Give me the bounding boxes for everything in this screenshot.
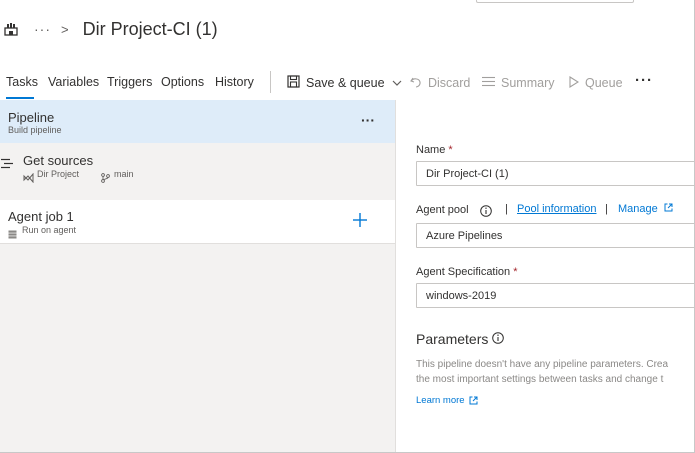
tab-options[interactable]: Options [161,75,204,89]
top-search-box[interactable] [476,0,634,3]
play-icon [569,75,580,91]
save-icon [287,75,300,91]
parameters-description: This pipeline doesn't have any pipeline … [416,359,669,385]
pipeline-more-button[interactable]: ··· [361,112,375,128]
queue-label: Queue [585,76,623,90]
name-input[interactable]: Dir Project-CI (1) [416,161,694,186]
manage-link[interactable]: Manage [618,203,673,215]
breadcrumb-more-button[interactable]: ··· [34,21,51,37]
queue-button[interactable]: Queue [569,73,623,93]
plus-icon [353,213,367,227]
info-icon[interactable] [492,331,504,344]
name-label: Name * [416,144,453,156]
toolbar-divider [270,71,271,93]
agent-job-title: Agent job 1 [8,209,74,224]
breadcrumb: ··· > Dir Project-CI (1) [4,18,218,40]
agent-pool-select[interactable]: Azure Pipelines [416,223,694,248]
repo-name: Dir Project [37,169,80,179]
pipeline-item[interactable]: Pipeline Build pipeline ··· [0,100,395,143]
tab-variables[interactable]: Variables [48,75,99,89]
tab-triggers[interactable]: Triggers [107,75,152,89]
agent-server-icon [8,226,17,244]
summary-label: Summary [501,76,555,90]
breadcrumb-chevron-icon: > [61,21,69,37]
get-sources-item[interactable]: Get sources Dir Project main [0,143,395,195]
agent-job-subtitle: Run on agent [22,225,77,235]
info-icon[interactable] [480,204,492,217]
separator: | [605,203,608,215]
agent-spec-label: Agent Specification * [416,266,518,278]
pipeline-subtitle: Build pipeline [8,125,62,135]
save-queue-label: Save & queue [306,76,385,90]
branch-icon [101,170,110,188]
tab-history[interactable]: History [215,75,254,89]
branch-name: main [114,169,134,179]
tab-toolbar: Tasks Variables Triggers Options History… [0,70,694,100]
tab-tasks[interactable]: Tasks [6,75,38,89]
active-tab-indicator [6,97,34,99]
agent-pool-label: Agent pool [416,204,469,216]
get-sources-icon [1,156,14,174]
pipeline-title: Pipeline [8,110,55,125]
pool-information-link[interactable]: Pool information [517,203,597,215]
add-task-button[interactable] [351,211,369,229]
summary-button[interactable]: Summary [482,73,554,93]
pipeline-properties-pane: Name * Dir Project-CI (1) Agent pool | P… [397,100,694,452]
org-project-icon[interactable] [4,22,18,36]
save-queue-button[interactable]: Save & queue [287,73,402,93]
discard-label: Discard [428,76,471,90]
learn-more-link[interactable]: Learn more [416,395,478,406]
separator: | [505,203,508,215]
app-frame: ··· > Dir Project-CI (1) Tasks Variables… [0,0,695,453]
agent-spec-select[interactable]: windows-2019 [416,283,694,308]
external-link-icon [664,203,673,212]
agent-job-item[interactable]: Agent job 1 Run on agent [0,200,395,244]
discard-button[interactable]: Discard [410,73,470,93]
external-link-icon [469,396,478,405]
task-list-pane: Pipeline Build pipeline ··· Get sources … [0,100,396,452]
get-sources-title: Get sources [23,153,94,168]
repo-icon [23,170,34,188]
required-mark: * [448,144,453,156]
list-icon [482,76,495,90]
page-title: Dir Project-CI (1) [82,18,218,39]
chevron-down-icon [392,76,402,90]
parameters-title: Parameters [416,331,489,347]
undo-icon [410,76,422,91]
toolbar-more-button[interactable]: ··· [635,72,653,89]
required-mark: * [513,266,518,278]
